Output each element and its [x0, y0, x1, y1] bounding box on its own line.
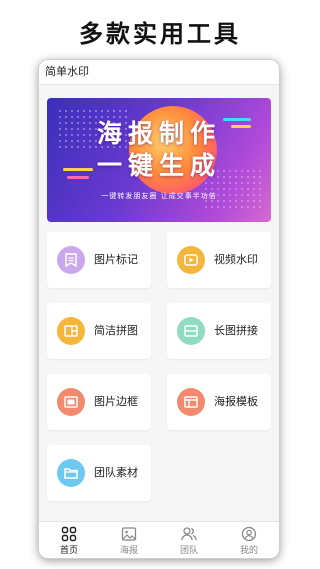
tool-card-collage[interactable]: 简洁拼图 — [47, 303, 151, 359]
bottom-tab-bar: 首页 海报 团队 我的 — [39, 521, 279, 558]
tool-label: 视频水印 — [214, 253, 258, 266]
tab-label: 我的 — [239, 546, 258, 556]
tool-label: 长图拼接 — [214, 324, 258, 337]
banner-headline-2: 一键生成 — [96, 151, 221, 180]
tool-label: 海报模板 — [214, 395, 258, 408]
tab-poster[interactable]: 海报 — [99, 522, 159, 558]
tab-label: 海报 — [119, 546, 138, 556]
home-grid-icon — [61, 526, 77, 542]
frame-icon — [57, 388, 85, 416]
phone-screen: 简单水印 海报制作 一键生成 一键转发朋友圈 让成交事半功倍 图片标记 视频水印… — [39, 60, 279, 558]
poster-banner[interactable]: 海报制作 一键生成 一键转发朋友圈 让成交事半功倍 — [47, 98, 271, 222]
tool-card-image-tag[interactable]: 图片标记 — [47, 232, 151, 288]
promo-title: 多款实用工具 — [79, 20, 241, 48]
profile-icon — [241, 526, 257, 542]
tab-home[interactable]: 首页 — [39, 522, 99, 558]
tool-label: 简洁拼图 — [94, 324, 138, 337]
banner-tagline: 一键转发朋友圈 让成交事半功倍 — [101, 192, 217, 200]
tool-label: 图片标记 — [94, 253, 138, 266]
collage-icon — [57, 317, 85, 345]
video-play-icon — [177, 246, 205, 274]
tab-label: 团队 — [179, 546, 198, 556]
tool-card-poster-template[interactable]: 海报模板 — [167, 374, 271, 430]
tool-label: 团队素材 — [94, 466, 138, 479]
tab-profile[interactable]: 我的 — [219, 522, 279, 558]
app-title: 简单水印 — [39, 60, 279, 85]
tool-card-image-frame[interactable]: 图片边框 — [47, 374, 151, 430]
tool-label: 图片边框 — [94, 395, 138, 408]
banner-headline-1: 海报制作 — [96, 119, 221, 148]
team-icon — [181, 527, 197, 541]
poster-template-icon — [177, 388, 205, 416]
tool-card-long-image[interactable]: 长图拼接 — [167, 303, 271, 359]
folder-icon — [57, 459, 85, 487]
tool-card-team-material[interactable]: 团队素材 — [47, 445, 151, 501]
long-image-icon — [177, 317, 205, 345]
tab-label: 首页 — [59, 546, 78, 556]
tab-team[interactable]: 团队 — [159, 522, 219, 558]
poster-icon — [121, 527, 137, 541]
image-tag-icon — [57, 246, 85, 274]
tool-card-video-watermark[interactable]: 视频水印 — [167, 232, 271, 288]
